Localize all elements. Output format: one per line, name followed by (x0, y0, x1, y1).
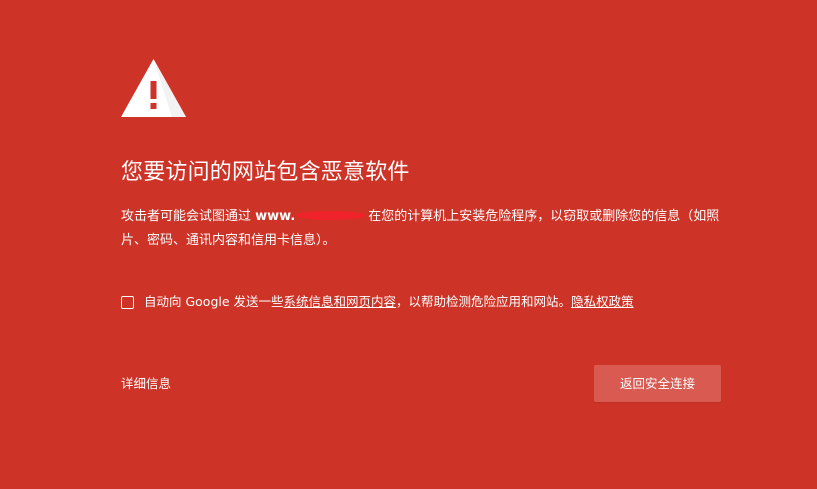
report-checkbox[interactable] (121, 295, 134, 309)
page-title: 您要访问的网站包含恶意软件 (121, 160, 410, 185)
privacy-policy-link[interactable]: 隐私权政策 (571, 292, 634, 312)
warning-triangle-icon (120, 58, 187, 118)
explanation-text-before: 攻击者可能会试图通过 (121, 209, 256, 224)
optin-text-middle: ，以帮助检测危险应用和网站。 (396, 294, 572, 309)
redaction-mark (296, 211, 367, 220)
report-optin: 自动向 Google 发送一些 系统信息和网页内容 ，以帮助检测危险应用和网站。 隐私… (121, 292, 634, 312)
explanation-paragraph: 攻击者可能会试图通过 www. 在您的计算机上安装危险程序，以窃取或删除您的信息（… (121, 205, 731, 253)
system-info-link[interactable]: 系统信息和网页内容 (284, 292, 397, 312)
optin-text-before: 自动向 Google 发送一些 (144, 294, 284, 309)
site-domain: www. (255, 209, 296, 224)
interstitial-page: 您要访问的网站包含恶意软件 攻击者可能会试图通过 www. 在您的计算机上安装危险… (0, 0, 817, 489)
back-to-safety-button[interactable]: 返回安全连接 (594, 365, 721, 402)
details-link[interactable]: 详细信息 (121, 374, 171, 394)
